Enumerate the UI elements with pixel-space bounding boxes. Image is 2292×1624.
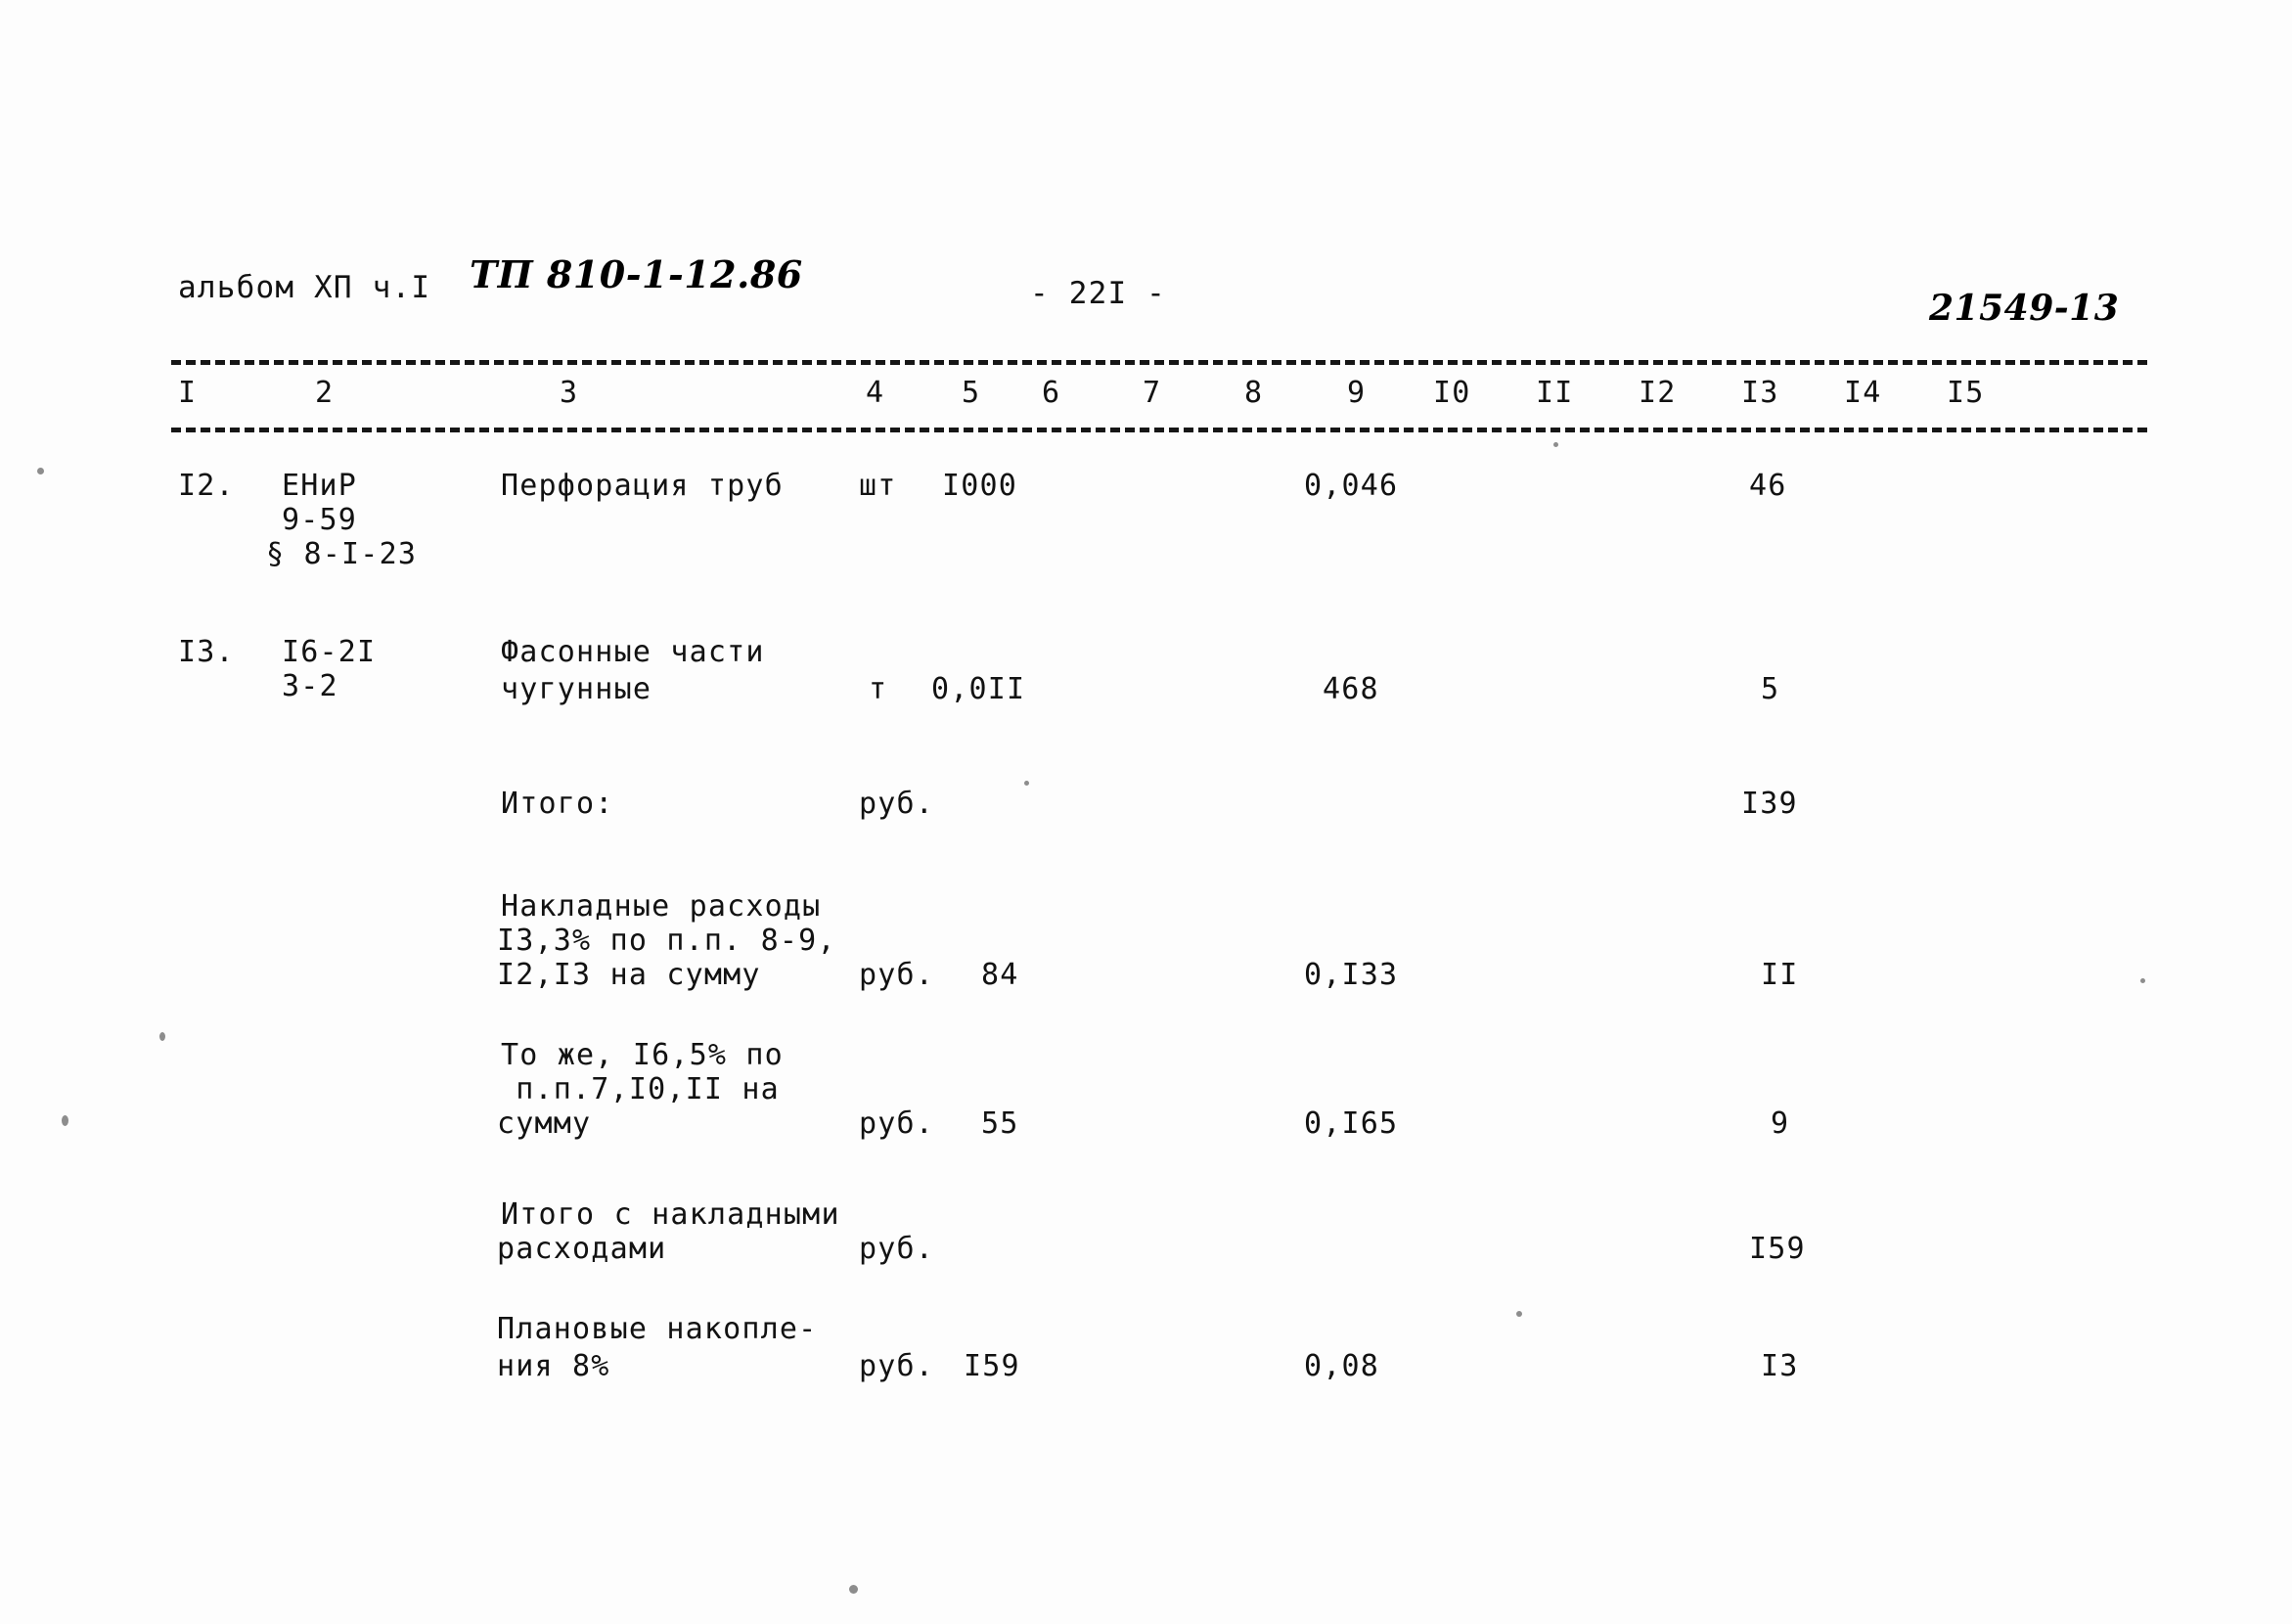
scanned-page: альбом ХП ч.I ТП 810-1-12.86 - 22I - 215… [0, 0, 2292, 1624]
column-header-9: 9 [1347, 376, 1367, 410]
row-description: Накладные расходы [501, 889, 822, 924]
row-col9: 0,046 [1304, 469, 1399, 503]
row-quantity: 0,0II [931, 672, 1026, 706]
row-description: То же, I6,5% по [501, 1038, 784, 1072]
row-col9: 468 [1323, 672, 1379, 706]
row-number: I3. [178, 635, 235, 669]
column-header-2: 2 [315, 376, 335, 410]
column-header-11: II [1536, 376, 1574, 410]
scan-speck [1024, 781, 1029, 786]
row-col13: 46 [1749, 469, 1787, 503]
column-header-5: 5 [962, 376, 981, 410]
row-col9: 0,I33 [1304, 958, 1399, 992]
row-description: ния 8% [497, 1349, 610, 1383]
row-code-line: I6-2I [282, 635, 377, 669]
row-quantity: I59 [964, 1349, 1020, 1383]
row-col13: 5 [1761, 672, 1780, 706]
column-header-14: I4 [1844, 376, 1882, 410]
row-description: Плановые накопле- [497, 1312, 818, 1346]
table-top-rule [171, 360, 2147, 365]
row-col9: 0,I65 [1304, 1106, 1399, 1141]
page-number: - 22I - [1030, 276, 1167, 311]
row-description: Перфорация труб [501, 469, 784, 503]
column-header-3: 3 [560, 376, 579, 410]
column-header-4: 4 [866, 376, 885, 410]
scan-speck [1553, 442, 1558, 447]
column-header-6: 6 [1042, 376, 1061, 410]
scan-speck [159, 1032, 165, 1041]
column-header-10: I0 [1433, 376, 1471, 410]
row-unit: руб. [859, 1349, 935, 1383]
row-unit: руб. [859, 1106, 935, 1141]
row-code-line: § 8-I-23 [266, 537, 418, 571]
archive-stamp-handwritten: 21549-13 [1929, 288, 2120, 329]
row-code-line: 3-2 [282, 669, 338, 703]
row-description: Итого: [501, 787, 614, 821]
scan-speck [849, 1585, 858, 1594]
album-line: альбом ХП ч.I [178, 270, 431, 305]
column-header-7: 7 [1143, 376, 1162, 410]
scan-speck [62, 1115, 68, 1126]
row-unit: шт [859, 469, 897, 503]
scan-speck [1516, 1311, 1522, 1317]
project-code-handwritten: ТП 810-1-12.86 [470, 252, 803, 296]
column-header-1: I [178, 376, 198, 410]
row-code-line: 9-59 [282, 503, 358, 537]
column-header-15: I5 [1947, 376, 1985, 410]
row-col9: 0,08 [1304, 1349, 1380, 1383]
column-header-8: 8 [1244, 376, 1264, 410]
row-description: Итого с накладными [501, 1197, 840, 1232]
column-header-12: I2 [1639, 376, 1677, 410]
row-quantity: 84 [981, 958, 1019, 992]
row-unit: руб. [859, 1232, 935, 1266]
row-description: расходами [497, 1232, 667, 1266]
row-description: сумму [497, 1106, 592, 1141]
scan-speck [37, 468, 44, 474]
row-unit: руб. [859, 787, 935, 821]
row-quantity: 55 [981, 1106, 1019, 1141]
row-unit: т [869, 672, 888, 706]
row-description: I2,I3 на сумму [497, 958, 761, 992]
row-col13: I39 [1741, 787, 1798, 821]
row-description: I3,3% по п.п. 8-9, [497, 924, 836, 958]
row-quantity: I000 [942, 469, 1018, 503]
row-description: п.п.7,I0,II на [497, 1072, 780, 1106]
scan-speck [2140, 978, 2145, 983]
row-col13: I59 [1749, 1232, 1806, 1266]
row-col13: I3 [1761, 1349, 1799, 1383]
row-code-line: ЕНиР [282, 469, 358, 503]
row-col13: 9 [1771, 1106, 1790, 1141]
row-description: чугунные [501, 672, 652, 706]
table-header-rule [171, 428, 2147, 432]
row-description: Фасонные части [501, 635, 765, 669]
row-unit: руб. [859, 958, 935, 992]
column-header-13: I3 [1741, 376, 1779, 410]
row-number: I2. [178, 469, 235, 503]
row-col13: II [1761, 958, 1799, 992]
